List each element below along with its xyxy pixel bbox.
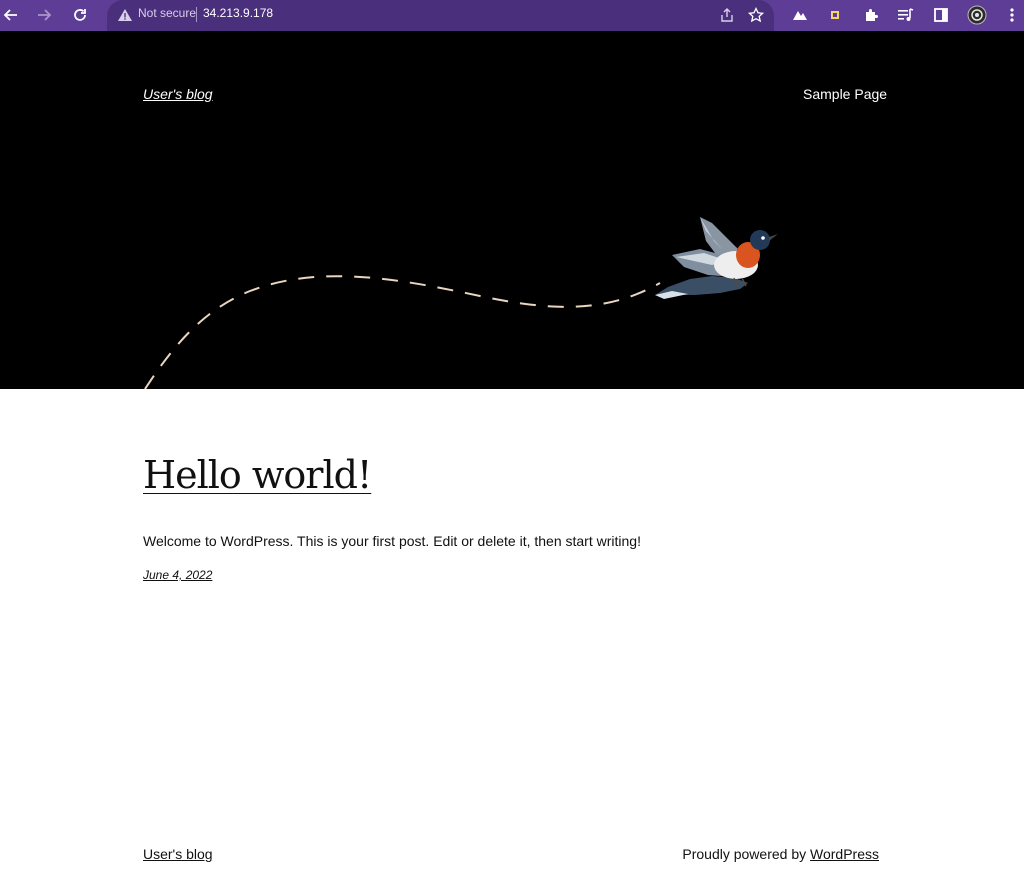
bookmark-star-icon[interactable] (746, 5, 766, 25)
address-bar[interactable]: Not secure 34.213.9.178 (107, 0, 774, 31)
site-title-link[interactable]: User's blog (143, 86, 213, 102)
profile-avatar-icon[interactable] (966, 4, 988, 26)
footer-credit: Proudly powered by WordPress (682, 846, 879, 862)
media-queue-icon[interactable] (895, 4, 917, 26)
omnibox-divider (196, 7, 197, 22)
footer-site-title-link[interactable]: User's blog (143, 846, 213, 862)
post-date-link[interactable]: June 4, 2022 (143, 568, 212, 582)
post-excerpt: Welcome to WordPress. This is your first… (143, 533, 641, 549)
share-icon[interactable] (717, 5, 737, 25)
reload-icon[interactable] (69, 4, 91, 26)
back-arrow-icon[interactable] (0, 4, 22, 26)
site-header: User's blog Sample Page (0, 31, 1024, 389)
hero-bird-illustration (144, 217, 778, 389)
extension-mountain-icon[interactable] (789, 4, 811, 26)
post-title-link[interactable]: Hello world! (143, 453, 372, 497)
nav-item-sample-page[interactable]: Sample Page (803, 86, 887, 102)
forward-arrow-icon[interactable] (33, 4, 55, 26)
sidepanel-icon[interactable] (930, 4, 952, 26)
kebab-menu-icon[interactable] (1001, 4, 1023, 26)
browser-toolbar: Not secure 34.213.9.178 (0, 0, 1024, 31)
puzzle-extensions-icon[interactable] (860, 4, 882, 26)
security-status-label[interactable]: Not secure (138, 6, 196, 20)
wordpress-link[interactable]: WordPress (810, 846, 879, 862)
footer-credit-prefix: Proudly powered by (682, 846, 811, 862)
url-text[interactable]: 34.213.9.178 (203, 6, 273, 20)
extension-square-icon[interactable] (824, 4, 846, 26)
warning-icon[interactable] (117, 7, 133, 23)
